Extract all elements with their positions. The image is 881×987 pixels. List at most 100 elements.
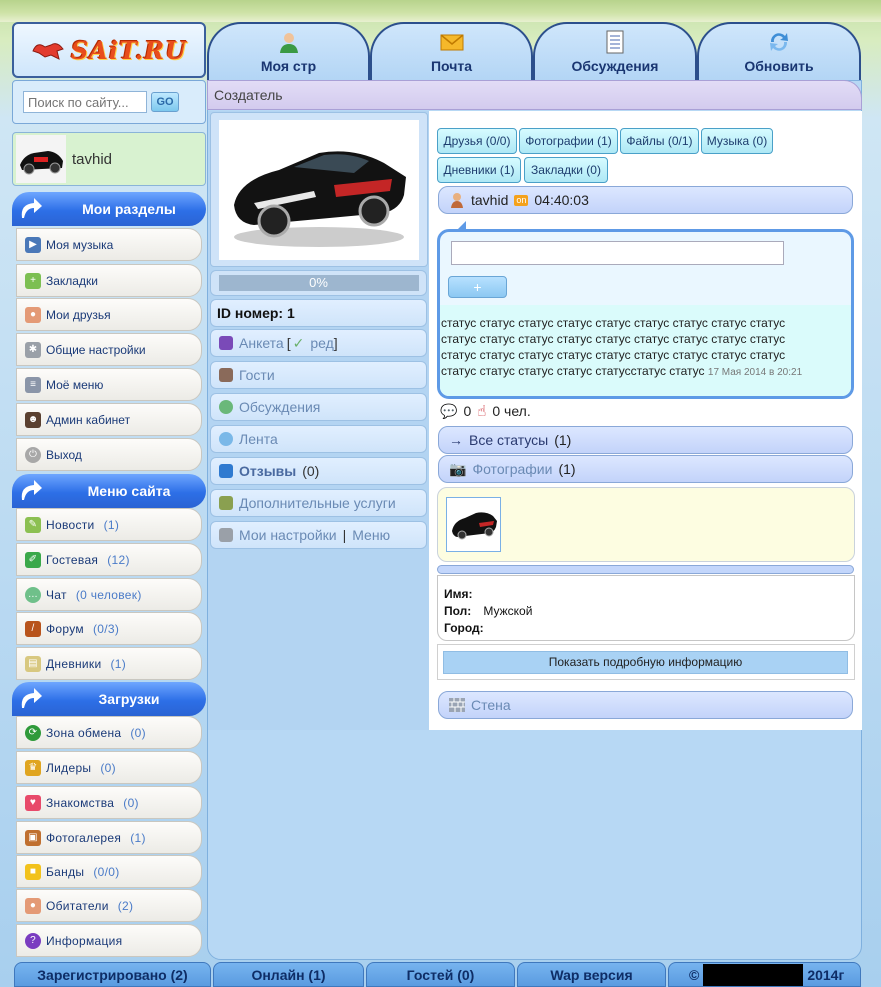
camera-icon: 📷 xyxy=(449,460,467,477)
all-statuses-count: (1) xyxy=(554,432,572,448)
info-gender-value: Мужской xyxy=(483,604,533,618)
menu-item-guestbook[interactable]: ✐ Гостевая (12) xyxy=(16,543,202,576)
wall-label: Стена xyxy=(471,697,511,713)
menu-label: Чат xyxy=(46,587,67,602)
trophy-icon: ♛ xyxy=(25,759,41,776)
section-site-title: Меню сайта xyxy=(87,483,171,499)
menu-count: (1) xyxy=(103,517,120,532)
profile-row-extra-services[interactable]: Дополнительные услуги xyxy=(210,489,427,517)
menu-item-chat[interactable]: … Чат (0 человек) xyxy=(16,578,202,611)
menu-item-my-music[interactable]: ▶ Моя музыка xyxy=(16,228,202,261)
section-downloads: Загрузки xyxy=(12,682,206,716)
menu-item-info[interactable]: ? Информация xyxy=(16,924,202,957)
like-icon[interactable]: ☝ xyxy=(477,402,486,420)
like-count: 0 чел. xyxy=(492,403,531,419)
extra-services-label: Дополнительные услуги xyxy=(239,495,396,511)
check-icon: ✓ xyxy=(292,334,305,351)
tag-music[interactable]: Музыка (0) xyxy=(701,128,773,154)
info-gender-label: Пол: xyxy=(444,604,472,618)
menu-label: Выход xyxy=(46,447,82,462)
profile-row-feed[interactable]: Лента xyxy=(210,425,427,453)
menu-item-my-friends[interactable]: ● Мои друзья xyxy=(16,298,202,331)
menu-item-my-menu[interactable]: ≡ Моё меню xyxy=(16,368,202,401)
tab-mail[interactable]: Почта xyxy=(370,22,533,80)
logo-text: SAiT.RU xyxy=(70,35,188,65)
tag-friends[interactable]: Друзья (0/0) xyxy=(437,128,517,154)
menu-item-dating[interactable]: ♥ Знакомства (0) xyxy=(16,786,202,819)
menu-count: (2) xyxy=(117,898,134,913)
guestbook-icon: ✐ xyxy=(25,551,41,568)
footer-guests[interactable]: Гостей (0) xyxy=(366,962,515,987)
profile-row-guests[interactable]: Гости xyxy=(210,361,427,389)
footer-online[interactable]: Онлайн (1) xyxy=(213,962,364,987)
tag-photos[interactable]: Фотографии (1) xyxy=(519,128,618,154)
menu-item-general-settings[interactable]: ✱ Общие настройки xyxy=(16,333,202,366)
services-icon xyxy=(219,496,233,510)
menu-item-gangs[interactable]: ■ Банды (0/0) xyxy=(16,855,202,888)
photos-row[interactable]: 📷 Фотографии (1) xyxy=(438,455,853,483)
status-add-button[interactable]: + xyxy=(448,276,507,298)
menu-label: Лидеры xyxy=(46,760,92,775)
play-icon: ▶ xyxy=(25,236,41,253)
guests-label: Гости xyxy=(239,367,275,383)
comment-icon[interactable]: 💬 xyxy=(440,403,457,420)
profile-row-reviews[interactable]: Отзывы (0) xyxy=(210,457,427,485)
photo-thumbnail[interactable] xyxy=(446,497,501,552)
profile-photo-frame[interactable] xyxy=(210,112,428,267)
menu-item-exchange[interactable]: ⟳ Зона обмена (0) xyxy=(16,716,202,749)
menu-item-diaries[interactable]: ▤ Дневники (1) xyxy=(16,647,202,680)
search-go-button[interactable]: GO xyxy=(151,92,179,112)
logo-mark-icon xyxy=(32,43,64,60)
discussions-label: Обсуждения xyxy=(239,399,321,415)
profile-row-settings[interactable]: Мои настройки | Меню xyxy=(210,521,427,549)
mail-icon xyxy=(440,34,463,51)
menu-link[interactable]: Меню xyxy=(352,527,390,543)
status-input[interactable] xyxy=(451,241,784,265)
menu-label: Админ кабинет xyxy=(46,412,131,427)
curved-arrow-icon xyxy=(21,480,42,500)
copyright-year: 2014г xyxy=(807,966,845,983)
arrow-right-icon: → xyxy=(449,432,463,448)
tab-refresh[interactable]: Обновить xyxy=(697,22,861,80)
section-downloads-title: Загрузки xyxy=(98,691,160,707)
search-input[interactable] xyxy=(23,91,147,113)
menu-item-bookmarks[interactable]: + Закладки xyxy=(16,264,202,297)
footer-registered[interactable]: Зарегистрировано (2) xyxy=(14,962,211,987)
user-line-name[interactable]: tavhid xyxy=(471,192,508,208)
menu-count: (0 человек) xyxy=(75,587,142,602)
menu-count: (0) xyxy=(130,725,146,740)
show-more-info-button[interactable]: Показать подробную информацию xyxy=(443,651,848,674)
footer-wap[interactable]: Wap версия xyxy=(517,962,666,987)
tab-discussions[interactable]: Обсуждения xyxy=(533,22,697,80)
menu-item-news[interactable]: ✎ Новости (1) xyxy=(16,508,202,541)
menu-item-admin[interactable]: ☻ Админ кабинет xyxy=(16,403,202,436)
profile-id-text: ID номер: 1 xyxy=(217,305,295,321)
site-logo[interactable]: SAiT.RU xyxy=(12,22,206,78)
profile-row-anketa[interactable]: Анкета [ ✓ ред ] xyxy=(210,329,427,357)
status-date: 17 Мая 2014 в 20:21 xyxy=(707,367,803,378)
comment-count: 0 xyxy=(463,403,472,419)
user-line-time: 04:40:03 xyxy=(534,192,589,208)
menu-item-forum[interactable]: / Форум (0/3) xyxy=(16,612,202,645)
anketa-bracket-close: ] xyxy=(333,335,338,351)
menu-item-gallery[interactable]: ▣ Фотогалерея (1) xyxy=(16,821,202,854)
my-settings-link[interactable]: Мои настройки xyxy=(239,527,337,543)
tag-diaries[interactable]: Дневники (1) xyxy=(437,157,521,183)
tag-files[interactable]: Файлы (0/1) xyxy=(620,128,699,154)
menu-label: Моя музыка xyxy=(46,237,114,252)
diary-icon: ▤ xyxy=(25,655,41,672)
tab-my-page[interactable]: Моя стр xyxy=(207,22,370,80)
breadcrumb: Создатель xyxy=(207,80,862,110)
user-card[interactable]: tavhid xyxy=(12,132,206,186)
menu-item-logout[interactable]: ⏻ Выход xyxy=(16,438,202,471)
reviews-count: (0) xyxy=(302,463,320,479)
anketa-label: Анкета xyxy=(239,335,284,351)
wall-row[interactable]: Стена xyxy=(438,691,853,719)
tag-bookmarks[interactable]: Закладки (0) xyxy=(524,157,608,183)
gear-icon: ✱ xyxy=(25,341,41,358)
anketa-edit-link[interactable]: ред xyxy=(310,335,333,351)
all-statuses-row[interactable]: → Все статусы (1) xyxy=(438,426,853,454)
menu-item-residents[interactable]: ● Обитатели (2) xyxy=(16,889,202,922)
menu-item-leaders[interactable]: ♛ Лидеры (0) xyxy=(16,751,202,784)
profile-row-discussions[interactable]: Обсуждения xyxy=(210,393,427,421)
